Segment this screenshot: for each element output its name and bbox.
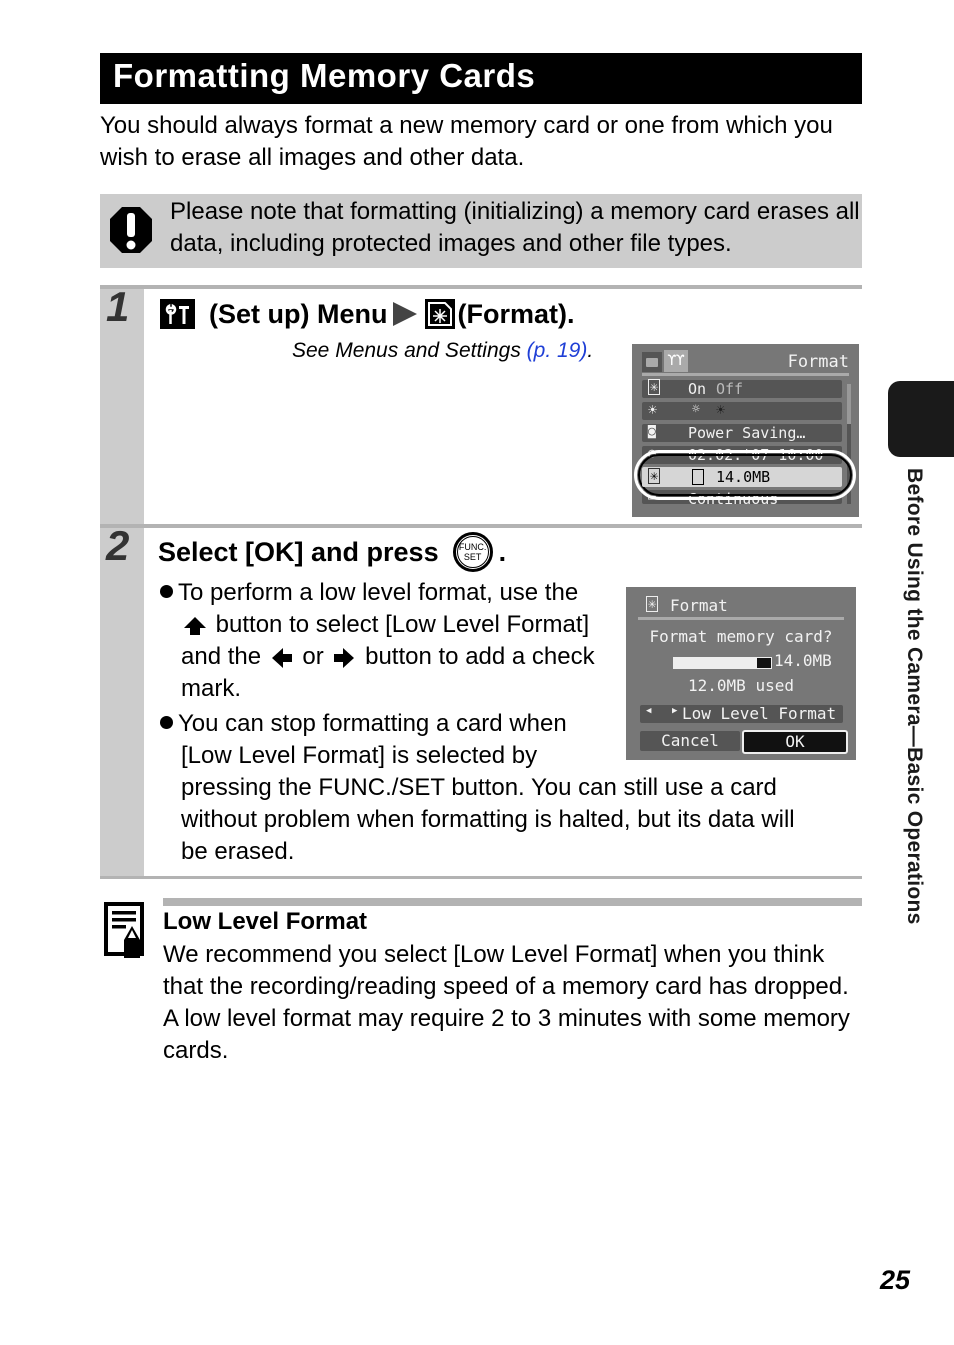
low-level-format-option[interactable]: ◀ ▶ Low Level Format [640,704,843,723]
page-title-bar: Formatting Memory Cards [100,53,862,104]
note-title: Low Level Format [163,908,368,935]
format-icon: ✳ [648,468,661,484]
menu-row-lcd-brightness[interactable]: ✳ On Off [642,379,842,398]
up-arrow-icon [184,616,206,635]
menu-row-brightness[interactable]: ☀ ☼ ☀ [642,401,842,420]
bullet-dot [160,585,173,598]
caution-exclamation-icon [110,207,152,253]
setup-menu-screen: ϒϒ Format ✳ On Off ☀ ☼ ☀ ◙ Power Saving…… [632,344,859,517]
step-2-number-column: 2 [100,522,144,877]
setup-tab-icon: ϒϒ [664,350,688,372]
left-arrow-icon [271,647,292,668]
lcd-brightness-icon: ✳ [648,379,661,395]
intro-paragraph: You should always format a new memory ca… [100,112,833,171]
step-1-reference: See Menus and Settings (p. 19). [292,339,594,362]
step-1-divider [100,285,862,289]
section-tab [888,381,954,457]
format-icon: ✳ [646,596,659,612]
step-2-title: Select [OK] and press FUNC. SET . [158,530,506,574]
dialog-question: Format memory card? [649,627,833,646]
cancel-button[interactable]: Cancel [640,731,740,751]
capacity-bar [673,657,772,669]
ok-button[interactable]: OK [742,730,848,754]
setup-wrench-icon [160,299,195,329]
bullet-low-level-format: To perform a low level format, use the b… [160,577,630,705]
func-set-button-icon: FUNC. SET [452,532,493,572]
step-1-number: 1 [106,283,130,330]
camera-tab-icon [642,352,662,372]
card-capacity: 14.0MB [774,651,832,670]
left-triangle-icon: ◀ [646,706,652,716]
steps-bottom-divider [100,876,862,879]
format-dialog-screen: ✳ Format Format memory card? 14.0MB 12.0… [626,587,856,760]
menu-row-format[interactable]: ✳ 14.0MB [642,467,842,487]
capacity-bar-fill [674,658,758,668]
caution-text: Please note that formatting (initializin… [170,198,860,257]
right-triangle-icon: ▶ [672,706,678,716]
page-19-link[interactable]: (p. 19) [527,339,588,362]
format-icon [425,299,456,329]
caution-box: Please note that formatting (initializin… [100,194,862,268]
right-arrow-icon [334,647,355,668]
power-saving-icon: ◙ [648,424,656,439]
used-space: 12.0MB used [688,676,794,695]
dialog-title: Format [670,596,728,615]
step-1-title: (Set up) Menu (Format). [160,296,574,332]
bullet-dot [160,716,173,729]
step-2-divider [100,524,862,528]
menu-row-power-saving[interactable]: ◙ Power Saving… [642,424,842,442]
menu-item-name: Format [787,352,849,372]
page-title: Formatting Memory Cards [113,57,536,94]
page-number: 25 [880,1265,911,1295]
sun-icon: ☀ [648,401,658,419]
right-triangle-icon [393,302,418,326]
section-label: Before Using the Camera—Basic Operations [903,468,926,925]
memo-pencil-icon [104,902,144,958]
note-text: We recommend you select [Low Level Forma… [163,941,850,1064]
note-divider [163,898,862,906]
step-2-number: 2 [106,522,130,569]
step-1-number-column: 1 [100,283,144,525]
